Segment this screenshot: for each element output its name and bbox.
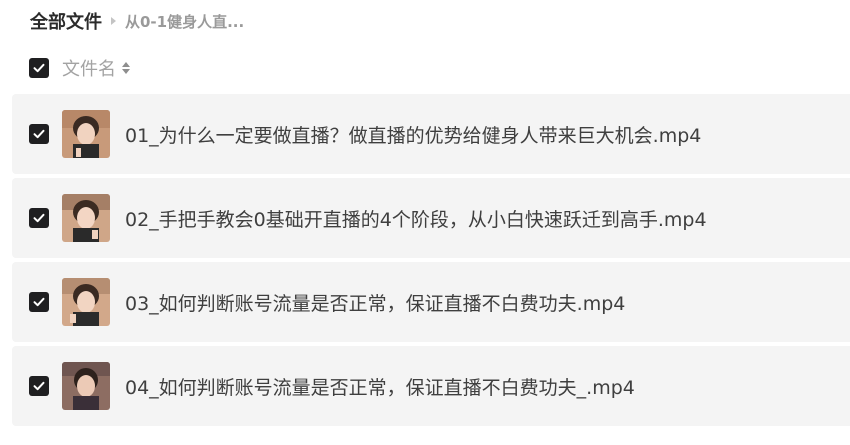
- sort-icon[interactable]: [122, 62, 130, 74]
- column-header-filename-label: 文件名: [62, 59, 116, 80]
- file-checkbox[interactable]: [29, 292, 49, 312]
- column-header-filename[interactable]: 文件名: [62, 55, 130, 81]
- checkmark-icon: [33, 213, 45, 223]
- video-thumbnail: [62, 362, 110, 410]
- file-row[interactable]: 04_如何判断账号流量是否正常，保证直播不白费功夫_.mp4: [12, 346, 850, 426]
- file-checkbox[interactable]: [29, 124, 49, 144]
- checkmark-icon: [33, 129, 45, 139]
- file-checkbox[interactable]: [29, 208, 49, 228]
- breadcrumb-separator-icon: [111, 17, 116, 25]
- checkmark-icon: [33, 297, 45, 307]
- breadcrumb: 全部文件 从0-1健身人直...: [30, 7, 244, 35]
- video-thumbnail: [62, 194, 110, 242]
- checkmark-icon: [33, 63, 45, 73]
- file-row[interactable]: 01_为什么一定要做直播？做直播的优势给健身人带来巨大机会.mp4: [12, 94, 850, 174]
- checkmark-icon: [33, 381, 45, 391]
- file-name[interactable]: 03_如何判断账号流量是否正常，保证直播不白费功夫.mp4: [125, 289, 625, 316]
- file-checkbox[interactable]: [29, 376, 49, 396]
- file-name[interactable]: 04_如何判断账号流量是否正常，保证直播不白费功夫_.mp4: [125, 373, 635, 400]
- video-thumbnail: [62, 278, 110, 326]
- select-all-checkbox[interactable]: [29, 58, 49, 78]
- video-thumbnail: [62, 110, 110, 158]
- breadcrumb-root[interactable]: 全部文件: [30, 8, 102, 34]
- file-browser: 全部文件 从0-1健身人直... 文件名 01_为什么一定要做直播？做直播的优势…: [0, 0, 850, 445]
- file-name[interactable]: 01_为什么一定要做直播？做直播的优势给健身人带来巨大机会.mp4: [125, 121, 701, 148]
- file-list-header: 文件名: [29, 56, 130, 80]
- file-row[interactable]: 02_手把手教会0基础开直播的4个阶段，从小白快速跃迁到高手.mp4: [12, 178, 850, 258]
- file-name[interactable]: 02_手把手教会0基础开直播的4个阶段，从小白快速跃迁到高手.mp4: [125, 205, 707, 232]
- breadcrumb-current-folder: 从0-1健身人直...: [125, 12, 245, 31]
- file-row[interactable]: 03_如何判断账号流量是否正常，保证直播不白费功夫.mp4: [12, 262, 850, 342]
